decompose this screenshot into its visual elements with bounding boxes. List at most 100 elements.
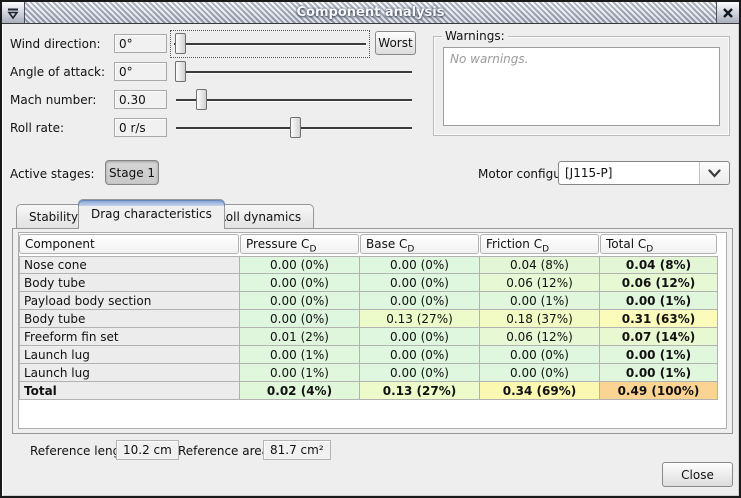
column-header-label: Total C [606, 237, 646, 251]
close-icon [721, 6, 735, 20]
pressure-cd-cell: 0.00 (1%) [240, 346, 360, 364]
base-cd-cell: 0.00 (0%) [360, 292, 480, 310]
stage-1-toggle[interactable]: Stage 1 [105, 160, 159, 185]
friction-cd-cell: 0.06 (12%) [480, 274, 600, 292]
warnings-title: Warnings: [442, 29, 508, 43]
pressure-cd-cell: 0.02 (4%) [240, 382, 360, 400]
table-row: Body tube 0.00 (0%) 0.00 (0%) 0.06 (12%)… [19, 274, 718, 292]
slider-track [174, 43, 366, 45]
column-header-label: Friction C [486, 237, 542, 251]
component-cell: Body tube [19, 274, 240, 292]
angle-of-attack-slider[interactable] [174, 60, 414, 84]
friction-cd-cell: 0.00 (0%) [480, 364, 600, 382]
roll-rate-input[interactable] [114, 118, 167, 137]
roll-rate-slider[interactable] [174, 116, 414, 140]
warnings-list: No warnings. [443, 47, 720, 126]
component-cell: Nose cone [19, 256, 240, 274]
motor-configuration-select[interactable]: [J115-P] [558, 161, 730, 185]
base-cd-cell: 0.00 (0%) [360, 364, 480, 382]
reference-area-value: 81.7 cm² [263, 440, 331, 460]
slider-track [176, 99, 412, 101]
drag-characteristics-panel: Component Pressure CD Base CD Friction C… [12, 228, 733, 434]
mach-number-label: Mach number: [10, 93, 96, 107]
angle-of-attack-slider-thumb[interactable] [175, 61, 186, 82]
total-cd-cell: 0.31 (63%) [600, 310, 718, 328]
active-stages-label: Active stages: [10, 167, 95, 181]
column-header-total-cd[interactable]: Total CD [600, 233, 718, 256]
table-row-total: Total 0.02 (4%) 0.13 (27%) 0.34 (69%) 0.… [19, 382, 718, 400]
window-menu-icon [6, 6, 20, 20]
pressure-cd-cell: 0.00 (0%) [240, 310, 360, 328]
wind-direction-input[interactable] [114, 34, 167, 53]
component-cell: Payload body section [19, 292, 240, 310]
pressure-cd-cell: 0.00 (0%) [240, 256, 360, 274]
slider-track [176, 71, 412, 73]
total-cd-cell: 0.00 (1%) [600, 364, 718, 382]
friction-cd-cell: 0.06 (12%) [480, 328, 600, 346]
warnings-group: Warnings: No warnings. [433, 36, 730, 136]
table-row: Launch lug 0.00 (1%) 0.00 (0%) 0.00 (0%)… [19, 364, 718, 382]
drag-table: Component Pressure CD Base CD Friction C… [19, 233, 718, 400]
total-cd-cell: 0.07 (14%) [600, 328, 718, 346]
roll-rate-label: Roll rate: [10, 121, 64, 135]
table-row: Freeform fin set 0.01 (2%) 0.00 (0%) 0.0… [19, 328, 718, 346]
wind-direction-label: Wind direction: [10, 37, 101, 51]
table-row: Nose cone 0.00 (0%) 0.00 (0%) 0.04 (8%) … [19, 256, 718, 274]
component-cell: Launch lug [19, 364, 240, 382]
worst-button[interactable]: Worst [375, 31, 416, 55]
pressure-cd-cell: 0.00 (1%) [240, 364, 360, 382]
window-menu-button[interactable] [2, 2, 25, 23]
base-cd-cell: 0.13 (27%) [360, 310, 480, 328]
tab-drag-characteristics[interactable]: Drag characteristics [78, 199, 225, 229]
column-header-label: Base C [366, 237, 407, 251]
component-cell: Total [19, 382, 240, 400]
window-title: Component analysis [25, 2, 716, 23]
roll-rate-slider-thumb[interactable] [290, 117, 301, 138]
total-cd-cell: 0.00 (1%) [600, 346, 718, 364]
close-window-button[interactable] [716, 2, 739, 23]
angle-of-attack-input[interactable] [114, 62, 167, 81]
component-cell: Launch lug [19, 346, 240, 364]
friction-cd-cell: 0.04 (8%) [480, 256, 600, 274]
no-warnings-text: No warnings. [450, 52, 713, 66]
total-cd-cell: 0.04 (8%) [600, 256, 718, 274]
friction-cd-cell: 0.18 (37%) [480, 310, 600, 328]
friction-cd-cell: 0.34 (69%) [480, 382, 600, 400]
table-row: Body tube 0.00 (0%) 0.13 (27%) 0.18 (37%… [19, 310, 718, 328]
column-header-label: Pressure C [246, 237, 309, 251]
pressure-cd-cell: 0.00 (0%) [240, 292, 360, 310]
title-bar: Component analysis [2, 2, 739, 24]
motor-configuration-value: [J115-P] [559, 166, 699, 180]
base-cd-cell: 0.00 (0%) [360, 274, 480, 292]
base-cd-cell: 0.00 (0%) [360, 346, 480, 364]
column-header-label: Component [25, 237, 95, 251]
total-cd-cell: 0.00 (1%) [600, 292, 718, 310]
total-cd-cell: 0.49 (100%) [600, 382, 718, 400]
base-cd-cell: 0.00 (0%) [360, 328, 480, 346]
table-row: Payload body section 0.00 (0%) 0.00 (0%)… [19, 292, 718, 310]
mach-number-slider[interactable] [174, 88, 414, 112]
column-header-base-cd[interactable]: Base CD [360, 233, 480, 256]
table-header-row: Component Pressure CD Base CD Friction C… [19, 233, 718, 256]
pressure-cd-cell: 0.00 (0%) [240, 274, 360, 292]
friction-cd-cell: 0.00 (1%) [480, 292, 600, 310]
mach-number-input[interactable] [114, 90, 167, 109]
mach-number-slider-thumb[interactable] [196, 89, 207, 110]
column-header-friction-cd[interactable]: Friction CD [480, 233, 600, 256]
component-cell: Freeform fin set [19, 328, 240, 346]
wind-direction-slider[interactable] [172, 32, 368, 56]
reference-area-label: Reference area: [178, 444, 273, 458]
column-header-component[interactable]: Component [19, 233, 240, 256]
friction-cd-cell: 0.00 (0%) [480, 346, 600, 364]
angle-of-attack-label: Angle of attack: [10, 65, 105, 79]
pressure-cd-cell: 0.01 (2%) [240, 328, 360, 346]
component-analysis-dialog: Component analysis Wind direction: Worst… [0, 0, 741, 498]
wind-direction-slider-thumb[interactable] [175, 33, 186, 54]
component-cell: Body tube [19, 310, 240, 328]
base-cd-cell: 0.00 (0%) [360, 256, 480, 274]
reference-length-value: 10.2 cm [116, 440, 179, 460]
drag-table-viewport: Component Pressure CD Base CD Friction C… [18, 232, 727, 429]
chevron-down-icon [699, 162, 729, 184]
column-header-pressure-cd[interactable]: Pressure CD [240, 233, 360, 256]
close-button[interactable]: Close [662, 462, 733, 487]
